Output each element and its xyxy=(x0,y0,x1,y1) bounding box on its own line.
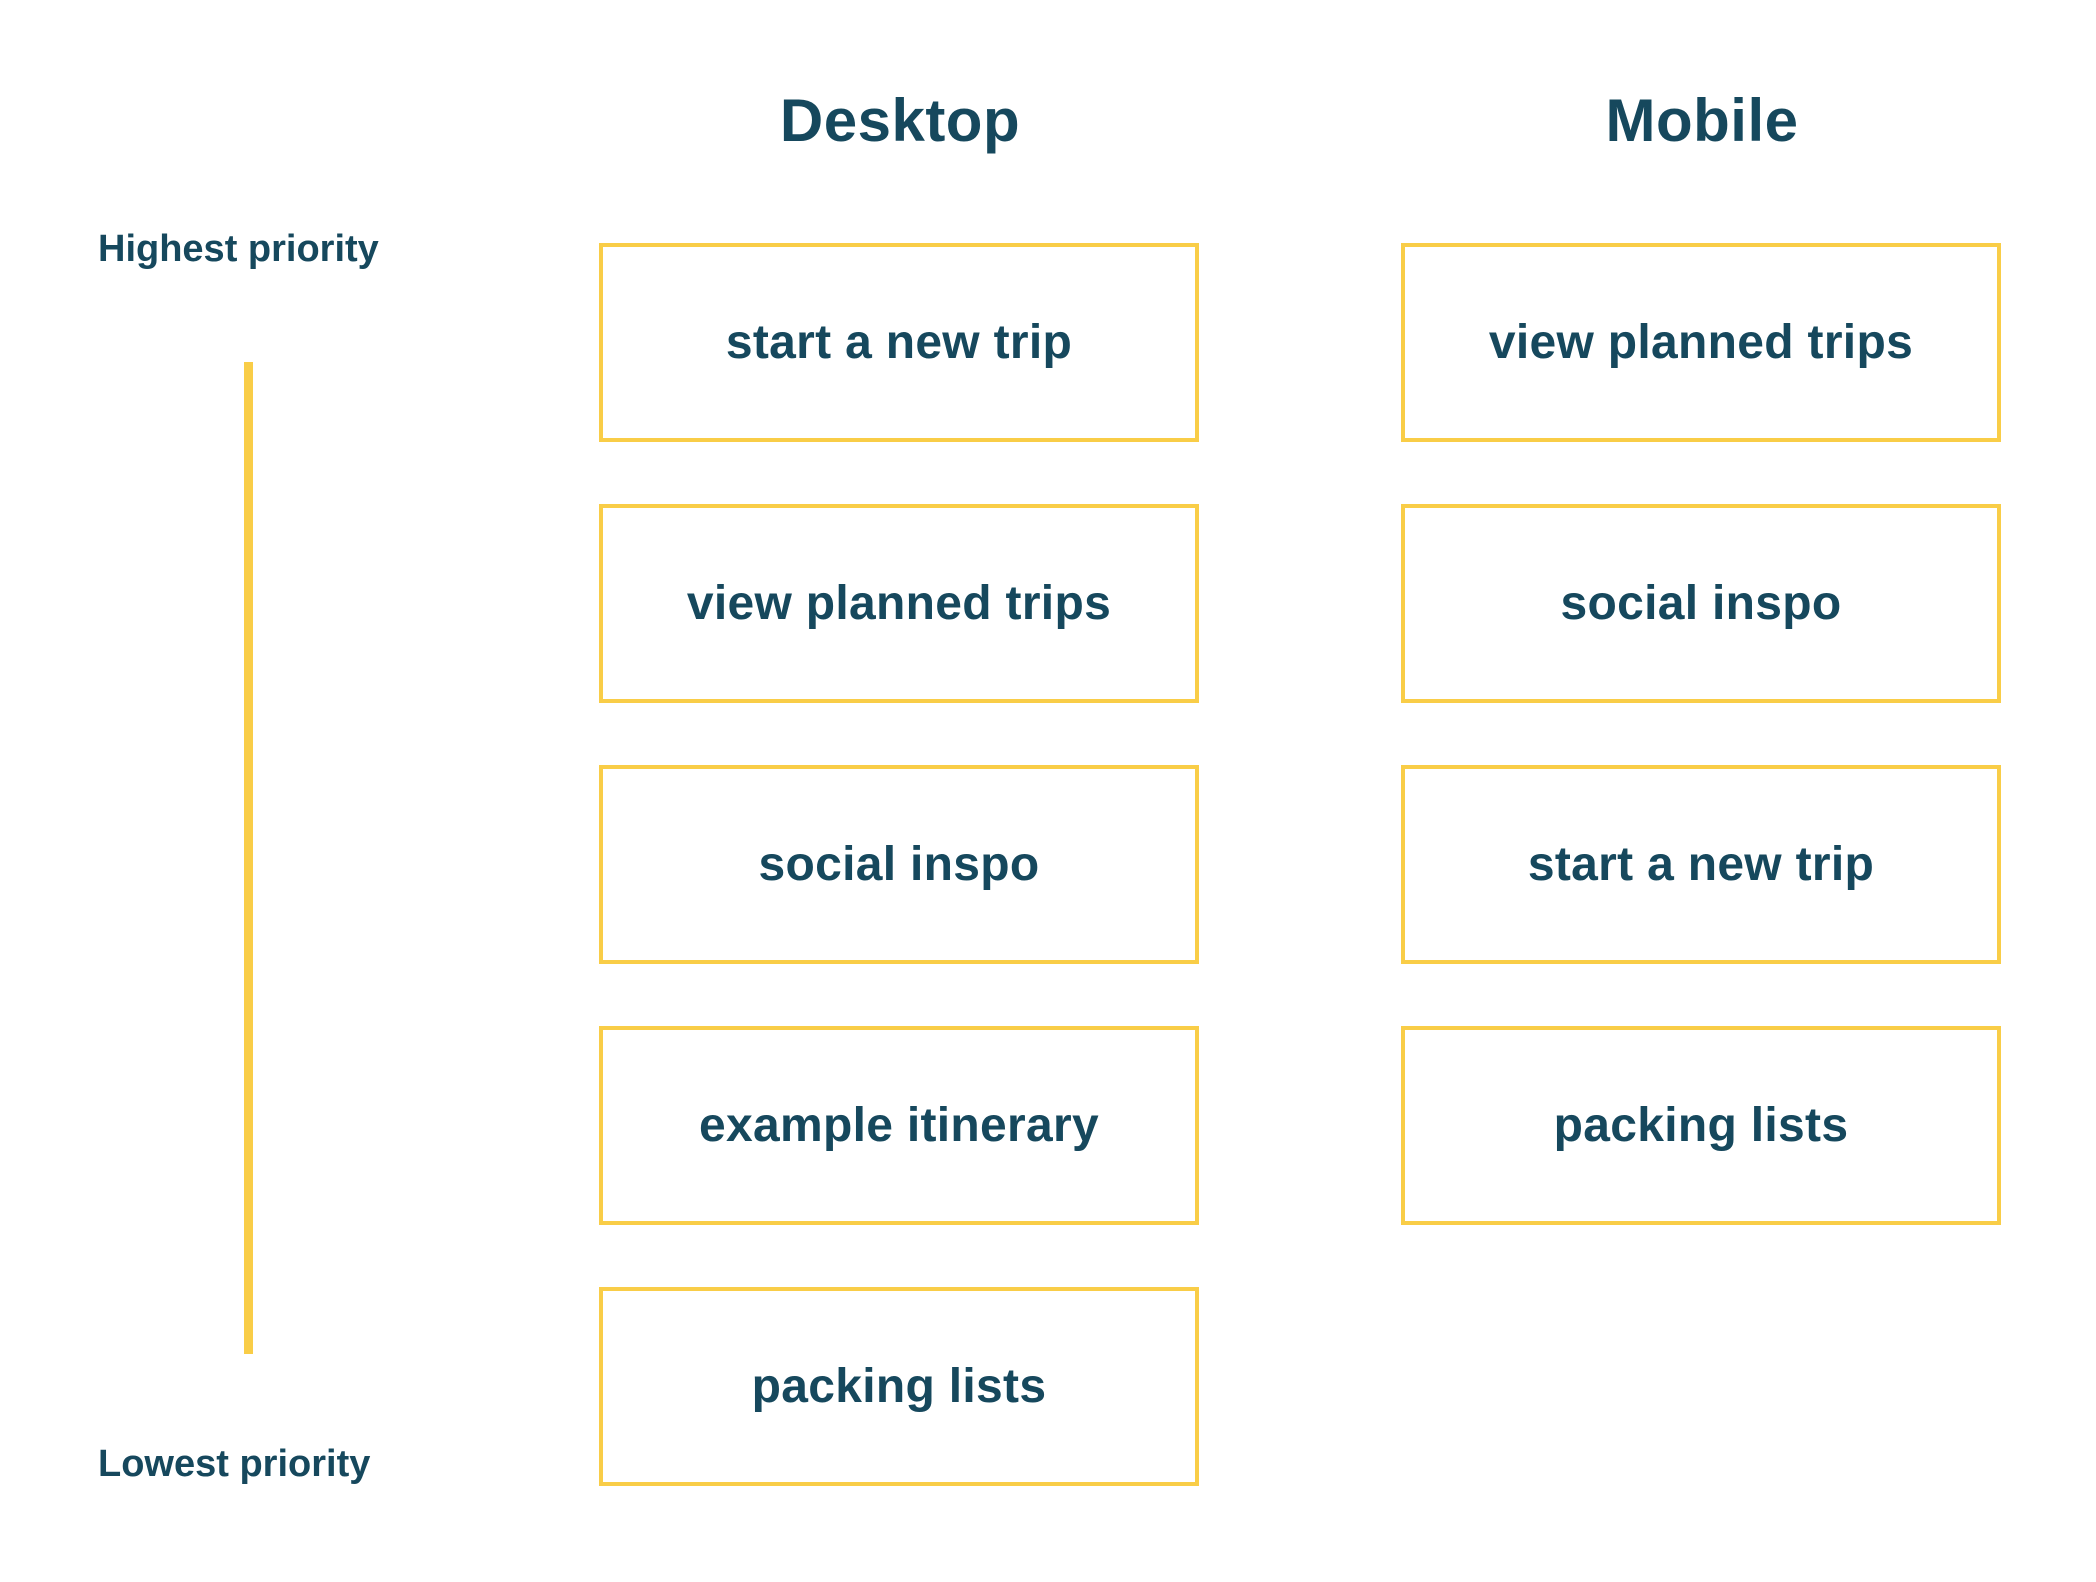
mobile-priority-card: view planned trips xyxy=(1401,243,2001,442)
desktop-priority-card: start a new trip xyxy=(599,243,1199,442)
desktop-priority-card: packing lists xyxy=(599,1287,1199,1486)
desktop-priority-card: example itinerary xyxy=(599,1026,1199,1225)
desktop-priority-card: view planned trips xyxy=(599,504,1199,703)
mobile-priority-column: view planned trips social inspo start a … xyxy=(1401,243,2001,1287)
lowest-priority-label: Lowest priority xyxy=(98,1443,371,1485)
mobile-priority-card: social inspo xyxy=(1401,504,2001,703)
priority-axis-line xyxy=(244,362,253,1354)
highest-priority-label: Highest priority xyxy=(98,228,379,270)
mobile-column-title: Mobile xyxy=(1605,87,1799,154)
mobile-priority-card: start a new trip xyxy=(1401,765,2001,964)
mobile-priority-card: packing lists xyxy=(1401,1026,2001,1225)
desktop-column-title: Desktop xyxy=(779,87,1021,154)
desktop-priority-column: start a new trip view planned trips soci… xyxy=(599,243,1199,1548)
desktop-priority-card: social inspo xyxy=(599,765,1199,964)
